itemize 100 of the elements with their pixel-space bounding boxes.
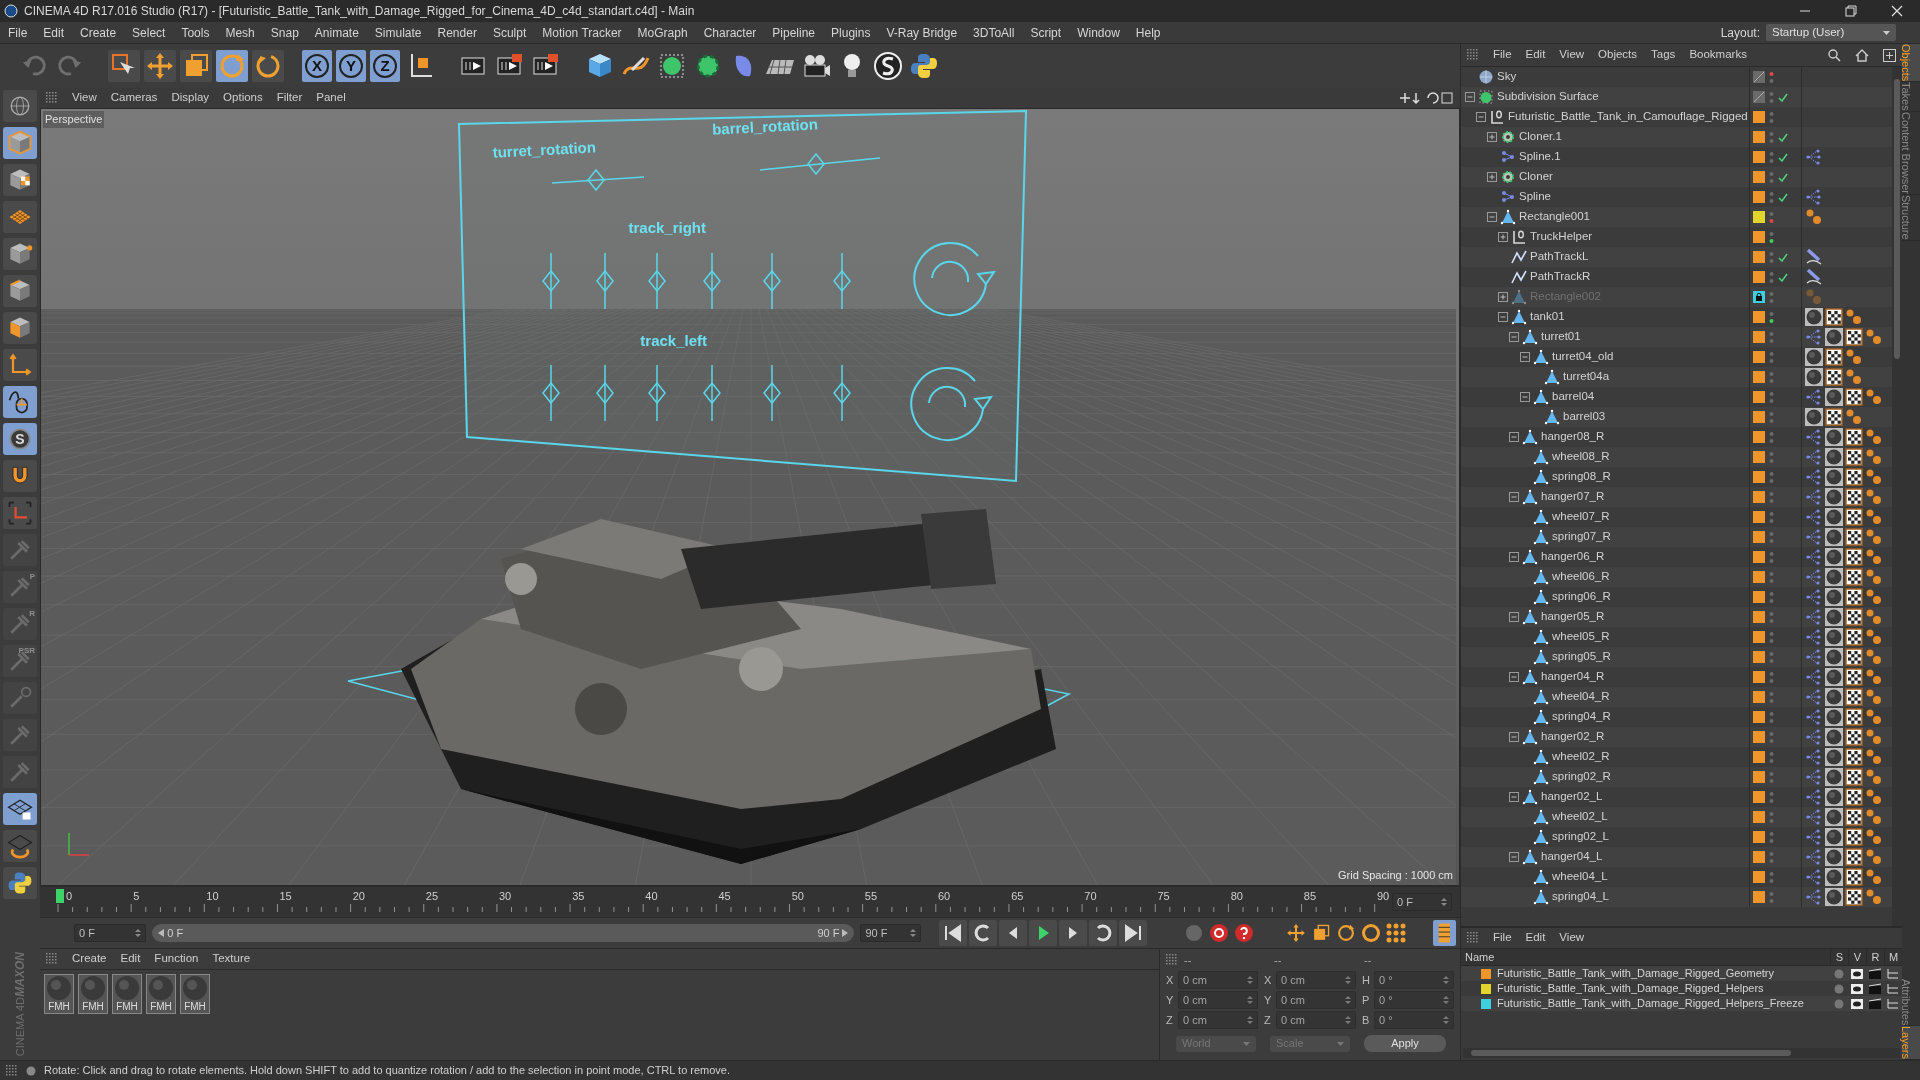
lock-mode-button[interactable] <box>3 793 37 825</box>
material-tag-icon[interactable] <box>1825 668 1843 686</box>
material-tag-icon[interactable] <box>1825 448 1843 466</box>
menu-item[interactable]: Snap <box>270 23 299 42</box>
branch-tag-icon[interactable] <box>1805 428 1823 446</box>
position-field[interactable]: 0 cm <box>1178 971 1258 989</box>
eye-icon[interactable] <box>1848 982 1866 995</box>
points-mode-button[interactable] <box>3 238 37 270</box>
side-tab[interactable]: Layers <box>1902 1025 1920 1060</box>
expand-toggle-icon[interactable] <box>1487 172 1497 182</box>
texture-tag-icon[interactable] <box>1845 608 1863 626</box>
tweak-mode-button[interactable] <box>3 386 37 418</box>
collapse-toggle-icon[interactable] <box>1509 332 1519 342</box>
dots-tag-icon[interactable] <box>1865 648 1883 666</box>
layer-color-swatch[interactable] <box>1753 871 1765 883</box>
branch-tag-icon[interactable] <box>1805 828 1823 846</box>
spinner-icon[interactable] <box>1441 897 1447 907</box>
check-icon[interactable] <box>1778 272 1788 282</box>
visibility-dots-icon[interactable] <box>1769 430 1774 444</box>
collapse-toggle-icon[interactable] <box>1509 852 1519 862</box>
navigation-icon[interactable] <box>1398 91 1456 105</box>
menu-item[interactable]: Select <box>132 23 166 42</box>
layer-color-swatch[interactable] <box>1753 351 1765 363</box>
branch-tag-icon[interactable] <box>1805 588 1823 606</box>
layer-menu-item[interactable]: Edit <box>1525 929 1546 947</box>
side-tab[interactable]: Structure <box>1902 195 1920 241</box>
material-tag-icon[interactable] <box>1805 408 1823 426</box>
frame-mode-button[interactable] <box>3 497 37 529</box>
menu-item[interactable]: Animate <box>314 23 359 42</box>
material-tag-icon[interactable] <box>1825 688 1843 706</box>
planerotate-mode-button[interactable] <box>3 830 37 862</box>
check-icon[interactable] <box>1778 152 1788 162</box>
material-tag-icon[interactable] <box>1825 588 1843 606</box>
visibility-dots-icon[interactable] <box>1769 590 1774 604</box>
object-row[interactable]: wheel02_L <box>1461 807 1892 827</box>
layer-color-swatch[interactable] <box>1753 231 1765 243</box>
frame-range-slider[interactable]: 0 F 90 F <box>152 924 855 942</box>
dots-tag-icon[interactable] <box>1845 408 1863 426</box>
dots-tag-icon[interactable] <box>1805 208 1823 226</box>
python-mode-button[interactable] <box>3 867 37 899</box>
clapperboard-icon[interactable] <box>1866 967 1884 980</box>
visibility-dots-icon[interactable] <box>1769 350 1774 364</box>
branch-tag-icon[interactable] <box>1805 188 1823 206</box>
layer-color-swatch[interactable] <box>1753 411 1765 423</box>
layer-color-swatch[interactable] <box>1753 611 1765 623</box>
material-tag-icon[interactable] <box>1825 848 1843 866</box>
collapse-toggle-icon[interactable] <box>1509 672 1519 682</box>
menu-item[interactable]: Render <box>437 23 477 42</box>
object-row[interactable]: Cloner.1 <box>1461 127 1892 147</box>
branch-tag-icon[interactable] <box>1805 868 1823 886</box>
check-icon[interactable] <box>1778 132 1788 142</box>
branch-tag-icon[interactable] <box>1805 388 1823 406</box>
layer-color-swatch[interactable] <box>1753 791 1765 803</box>
no-layer-icon[interactable] <box>1753 91 1765 103</box>
visibility-dots-icon[interactable] <box>1769 170 1774 184</box>
branch-tag-icon[interactable] <box>1805 648 1823 666</box>
axis-lock-button[interactable]: X <box>302 50 332 82</box>
grid-dots-icon[interactable] <box>1385 922 1408 944</box>
dots-tag-icon[interactable] <box>1865 848 1883 866</box>
menu-item[interactable]: MoGraph <box>637 23 688 42</box>
menu-item[interactable]: Sculpt <box>492 23 527 42</box>
branch-tag-icon[interactable] <box>1805 608 1823 626</box>
apply-button[interactable]: Apply <box>1364 1035 1446 1052</box>
material-tag-icon[interactable] <box>1825 488 1843 506</box>
branch-tag-icon[interactable] <box>1805 768 1823 786</box>
layer-color-swatch[interactable] <box>1753 131 1765 143</box>
current-frame-field[interactable]: 0 F <box>74 924 147 942</box>
texture-tag-icon[interactable] <box>1845 748 1863 766</box>
select-tool-icon[interactable] <box>108 50 140 82</box>
dots-tag-icon[interactable] <box>1865 888 1883 906</box>
texture-tag-icon[interactable] <box>1845 588 1863 606</box>
layer-row[interactable]: Futuristic_Battle_Tank_with_Damage_Rigged_Geometry <box>1461 966 1902 981</box>
texture-tag-icon[interactable] <box>1845 648 1863 666</box>
material-tag-icon[interactable] <box>1825 648 1843 666</box>
branch-tag-icon[interactable] <box>1805 148 1823 166</box>
layer-color-swatch[interactable] <box>1753 251 1765 263</box>
menu-item[interactable]: Tools <box>181 23 210 42</box>
layer-color-swatch[interactable] <box>1753 891 1765 903</box>
visibility-dots-icon[interactable] <box>1769 510 1774 524</box>
visibility-dots-icon[interactable] <box>1769 270 1774 284</box>
texture-tag-icon[interactable] <box>1845 728 1863 746</box>
dots-tag-icon[interactable] <box>1865 508 1883 526</box>
visibility-dots-icon[interactable] <box>1769 550 1774 564</box>
spinner-icon[interactable] <box>1247 995 1253 1005</box>
visibility-dots-icon[interactable] <box>1769 110 1774 124</box>
layer-color-swatch[interactable] <box>1481 983 1491 994</box>
brush-tag-icon[interactable] <box>1805 268 1823 286</box>
layer-color-swatch[interactable] <box>1753 331 1765 343</box>
material-tag-icon[interactable] <box>1825 828 1843 846</box>
eye-icon[interactable] <box>1848 997 1866 1010</box>
object-row[interactable]: turret04a <box>1461 367 1892 387</box>
size-field[interactable]: 0 cm <box>1276 991 1356 1009</box>
branch-tag-icon[interactable] <box>1805 728 1823 746</box>
material-tag-icon[interactable] <box>1825 768 1843 786</box>
texture-tag-icon[interactable] <box>1845 688 1863 706</box>
position-field[interactable]: 0 cm <box>1178 991 1258 1009</box>
material-menu-item[interactable]: Function <box>154 950 199 968</box>
layer-color-swatch[interactable] <box>1753 211 1765 223</box>
spinner-icon[interactable] <box>1345 1015 1351 1025</box>
dots-tag-icon[interactable] <box>1865 488 1883 506</box>
